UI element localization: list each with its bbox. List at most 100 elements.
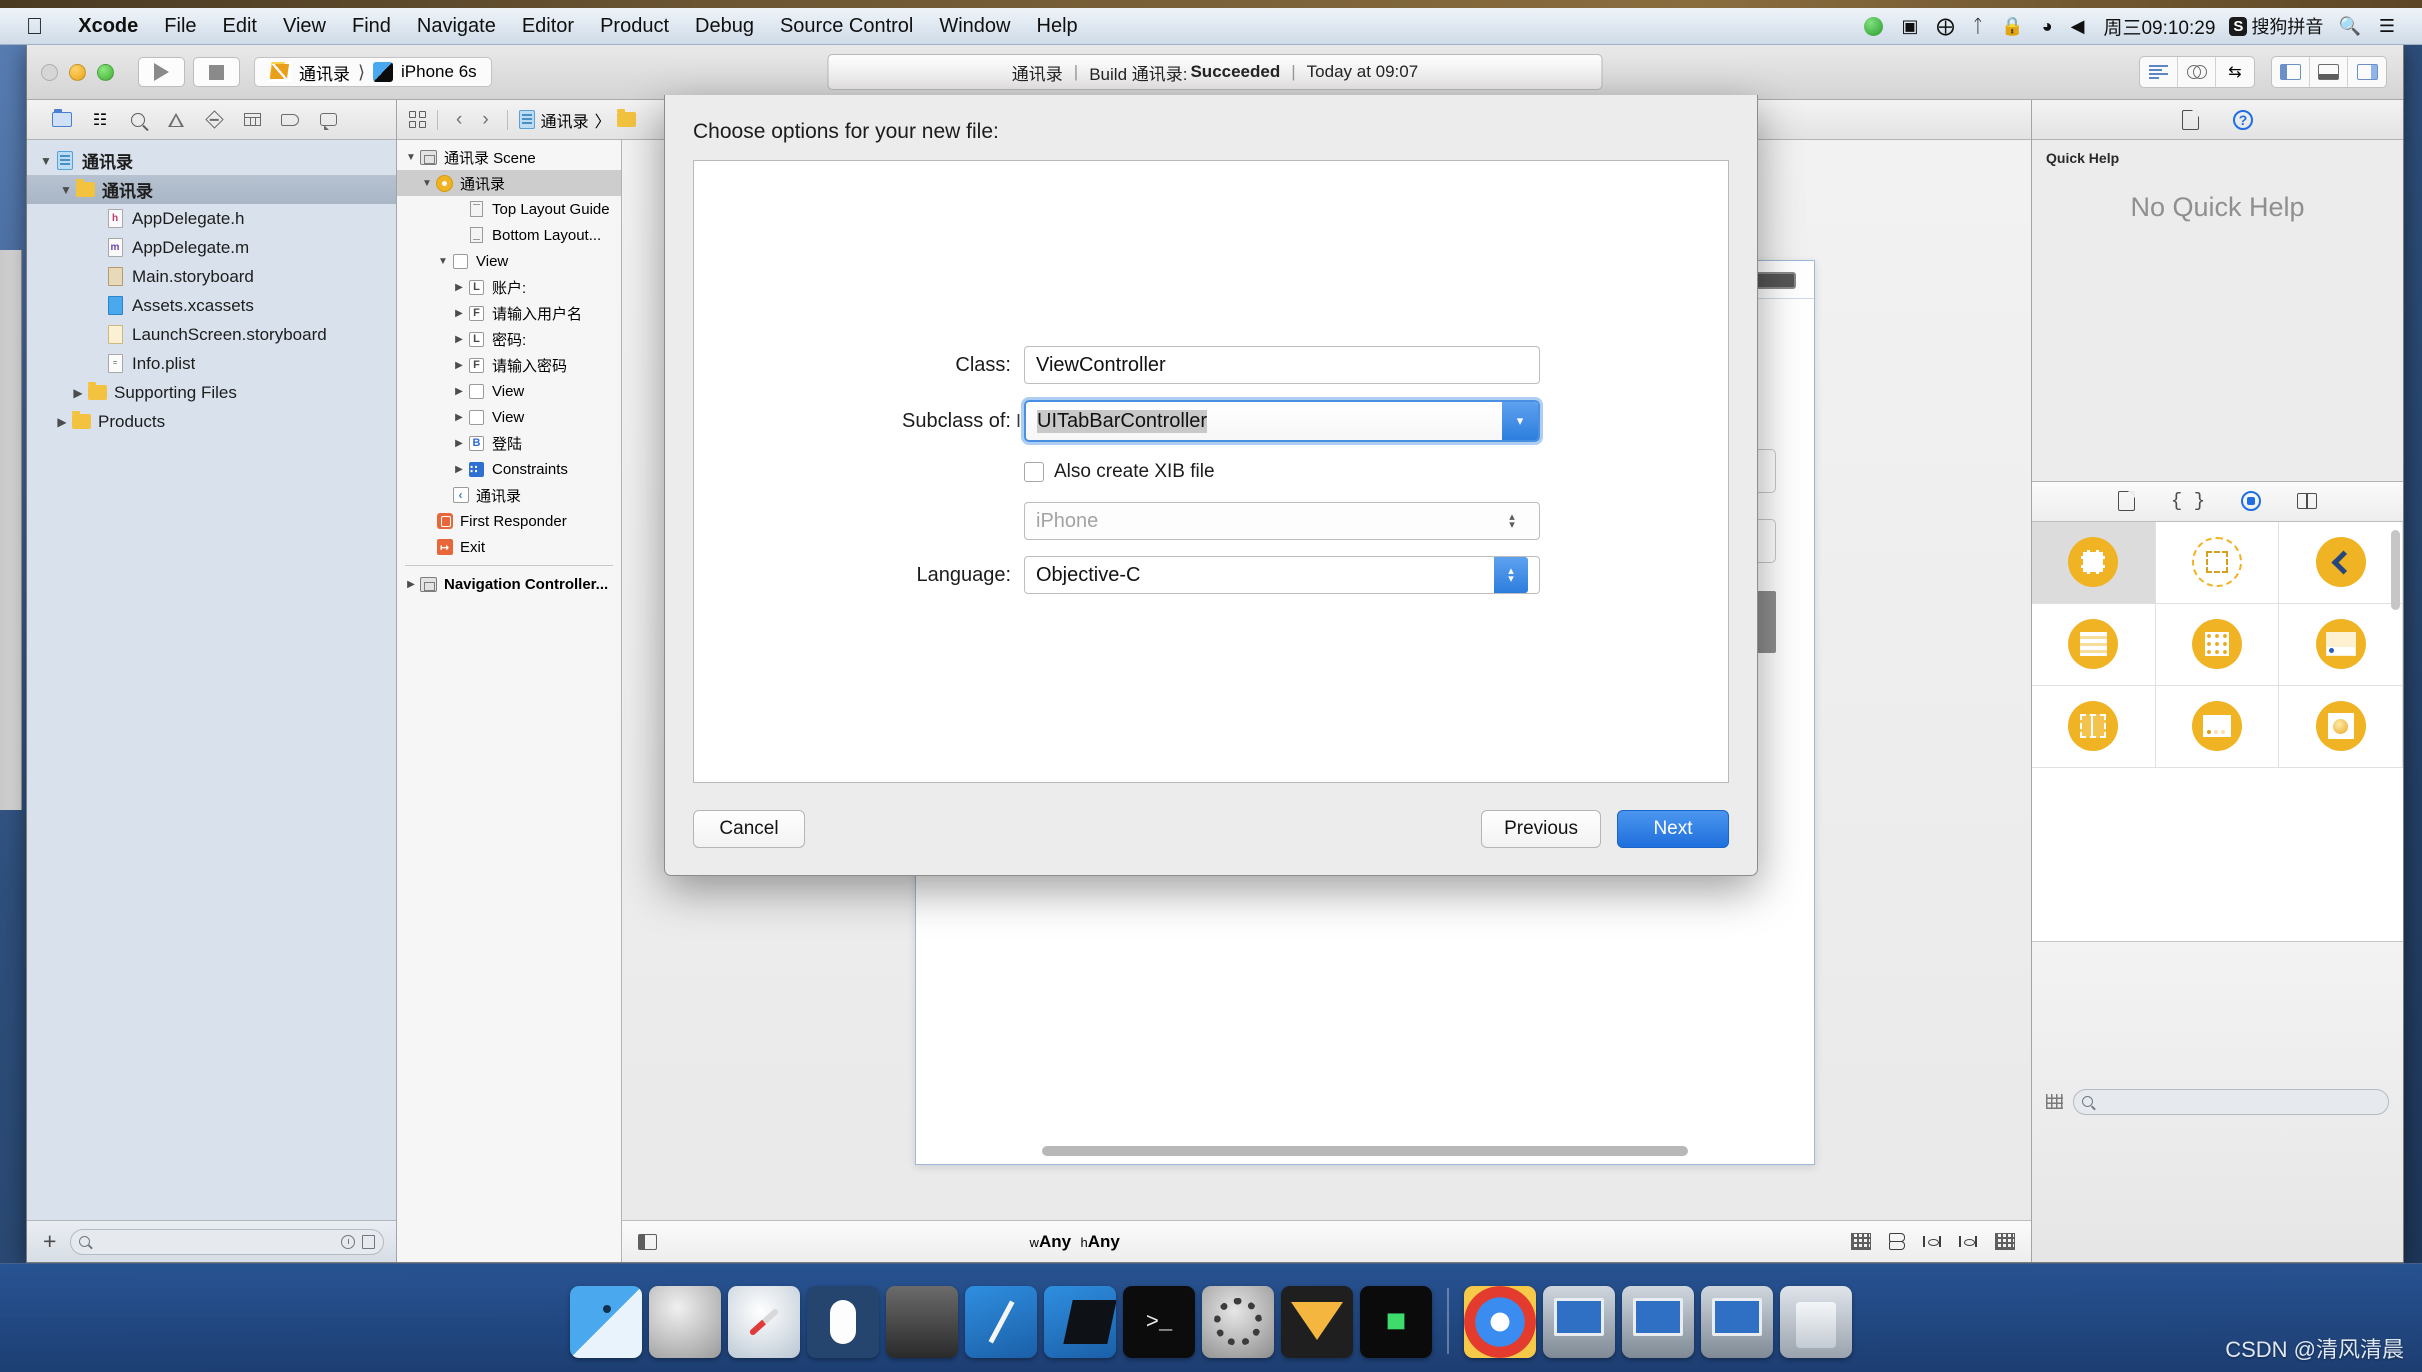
- tree-row-group[interactable]: Supporting Files: [27, 378, 396, 407]
- standard-editor-icon[interactable]: [2140, 57, 2178, 87]
- update-frames-icon[interactable]: [1850, 1233, 1871, 1250]
- dock-item-screen-3[interactable]: [1701, 1286, 1773, 1358]
- debug-navigator-icon[interactable]: [233, 105, 271, 135]
- disclosure-triangle[interactable]: [57, 183, 75, 197]
- outline-row-constraints[interactable]: ∷ Constraints: [397, 456, 621, 482]
- outline-row-textfield[interactable]: F 请输入用户名: [397, 300, 621, 326]
- forward-arrow-icon[interactable]: ›: [475, 109, 495, 131]
- outline-row-nav-controller-scene[interactable]: Navigation Controller...: [397, 571, 621, 597]
- close-window-button[interactable]: [41, 63, 58, 81]
- menu-item-debug[interactable]: Debug: [682, 15, 767, 38]
- disclosure-triangle[interactable]: [451, 464, 467, 475]
- back-arrow-icon[interactable]: ‹: [449, 109, 469, 131]
- dock-item-xcode-beta[interactable]: [1044, 1286, 1116, 1358]
- outline-row-button[interactable]: B 登陆: [397, 430, 621, 456]
- breakpoint-navigator-icon[interactable]: [271, 105, 309, 135]
- notification-center-icon[interactable]: ☰: [2370, 16, 2404, 37]
- library-filter-field[interactable]: [2073, 1088, 2389, 1115]
- embed-in-icon[interactable]: [1887, 1233, 1907, 1250]
- outline-row-view[interactable]: View: [397, 378, 621, 404]
- object-library-icon[interactable]: [2241, 491, 2262, 511]
- menu-item-source-control[interactable]: Source Control: [767, 15, 926, 38]
- previous-button[interactable]: Previous: [1481, 810, 1601, 848]
- menu-item-editor[interactable]: Editor: [509, 15, 587, 38]
- disclosure-triangle[interactable]: [419, 178, 435, 189]
- library-view-mode-icon[interactable]: [2046, 1094, 2063, 1110]
- disclosure-triangle[interactable]: [53, 415, 71, 429]
- library-item-table-view-controller[interactable]: [2032, 603, 2156, 686]
- disclosure-triangle[interactable]: [435, 256, 451, 267]
- canvas-horizontal-scrollbar[interactable]: [916, 1146, 1814, 1158]
- stepper-icon[interactable]: ▴ ▾: [1496, 503, 1528, 539]
- disclosure-triangle[interactable]: [451, 308, 467, 319]
- search-icon[interactable]: 🔍: [2329, 16, 2369, 37]
- toggle-navigator-icon[interactable]: [2272, 57, 2310, 87]
- minimize-window-button[interactable]: [69, 63, 86, 81]
- library-item-storyboard-reference[interactable]: [2155, 521, 2280, 604]
- bluetooth-icon[interactable]: ᛏ: [1964, 16, 1993, 37]
- file-template-library-icon[interactable]: [2117, 491, 2135, 511]
- also-create-xib-checkbox[interactable]: [1024, 462, 1044, 482]
- library-item-collection-view-controller[interactable]: [2155, 603, 2280, 686]
- disclosure-triangle[interactable]: [451, 282, 467, 293]
- dock-item-executable[interactable]: ██: [1360, 1286, 1432, 1358]
- related-items-icon[interactable]: [409, 111, 426, 128]
- navigator-filter-field[interactable]: [70, 1228, 384, 1255]
- size-class-indicator[interactable]: wAny hAny: [1030, 1232, 1120, 1252]
- library-filter-input[interactable]: [2099, 1093, 2380, 1111]
- menu-item-xcode[interactable]: Xcode: [65, 15, 151, 38]
- disclosure-triangle[interactable]: [451, 412, 467, 423]
- dock-item-system-preferences[interactable]: [1202, 1286, 1274, 1358]
- menu-item-product[interactable]: Product: [587, 15, 682, 38]
- tree-row-group-selected[interactable]: 通讯录: [27, 175, 396, 204]
- dock-item-safari[interactable]: [728, 1286, 800, 1358]
- device-popup[interactable]: iPhone ▴ ▾: [1024, 502, 1540, 540]
- scheme-selector[interactable]: 通讯录 ⟩ iPhone 6s: [254, 57, 492, 87]
- library-item-view-controller[interactable]: [2032, 521, 2156, 604]
- toggle-document-outline-icon[interactable]: [638, 1233, 657, 1250]
- dock-item-magic-mouse[interactable]: [807, 1286, 879, 1358]
- library-item-glkit-view-controller[interactable]: [2279, 685, 2403, 768]
- toggle-debug-area-icon[interactable]: [2310, 57, 2348, 87]
- resolve-issues-icon[interactable]: [1994, 1233, 2015, 1250]
- chevron-down-icon[interactable]: ▾: [1502, 402, 1538, 440]
- quick-help-icon[interactable]: ?: [2233, 109, 2253, 130]
- library-item-tab-bar-controller[interactable]: [2279, 603, 2403, 686]
- disclosure-triangle[interactable]: [403, 152, 419, 163]
- volume-icon[interactable]: ◀: [2062, 16, 2094, 37]
- class-input[interactable]: ViewController: [1024, 346, 1540, 384]
- menu-bar-clock[interactable]: 周三09:10:29: [2093, 13, 2225, 40]
- pin-icon[interactable]: [1958, 1233, 1979, 1250]
- dock-item-launchpad[interactable]: [649, 1286, 721, 1358]
- file-inspector-icon[interactable]: [2182, 109, 2199, 130]
- next-button[interactable]: Next: [1617, 810, 1729, 848]
- menu-item-view[interactable]: View: [270, 15, 339, 38]
- object-library-grid[interactable]: [2032, 521, 2403, 942]
- input-method-badge[interactable]: S: [2229, 16, 2248, 36]
- outline-row-label[interactable]: L 密码:: [397, 326, 621, 352]
- input-method-label[interactable]: 搜狗拼音: [2251, 13, 2329, 39]
- symbol-navigator-icon[interactable]: ☷: [81, 105, 119, 135]
- disclosure-triangle[interactable]: [451, 438, 467, 449]
- outline-row-navigation-item[interactable]: ‹ 通讯录: [397, 482, 621, 508]
- add-file-button[interactable]: +: [39, 1230, 60, 1253]
- test-navigator-icon[interactable]: [195, 105, 233, 135]
- align-icon[interactable]: [1922, 1233, 1943, 1250]
- tree-row-project[interactable]: 通讯录: [27, 146, 396, 175]
- tree-row-file[interactable]: LaunchScreen.storyboard: [27, 320, 396, 349]
- zoom-window-button[interactable]: [97, 63, 114, 81]
- disclosure-triangle[interactable]: [37, 154, 55, 168]
- menu-item-help[interactable]: Help: [1024, 15, 1091, 38]
- airplay-icon[interactable]: ⨁: [1928, 16, 1964, 37]
- disclosure-triangle[interactable]: [69, 386, 87, 400]
- run-button[interactable]: [138, 57, 185, 87]
- outline-row-view[interactable]: View: [397, 404, 621, 430]
- outline-row-exit[interactable]: ↦ Exit: [397, 534, 621, 560]
- stop-button[interactable]: [193, 57, 240, 87]
- lock-icon[interactable]: 🔒: [1992, 16, 2032, 37]
- toggle-utilities-icon[interactable]: [2348, 57, 2386, 87]
- tree-row-file[interactable]: m AppDelegate.m: [27, 233, 396, 262]
- menu-item-file[interactable]: File: [151, 15, 209, 38]
- tree-row-file[interactable]: Assets.xcassets: [27, 291, 396, 320]
- disclosure-triangle[interactable]: [451, 334, 467, 345]
